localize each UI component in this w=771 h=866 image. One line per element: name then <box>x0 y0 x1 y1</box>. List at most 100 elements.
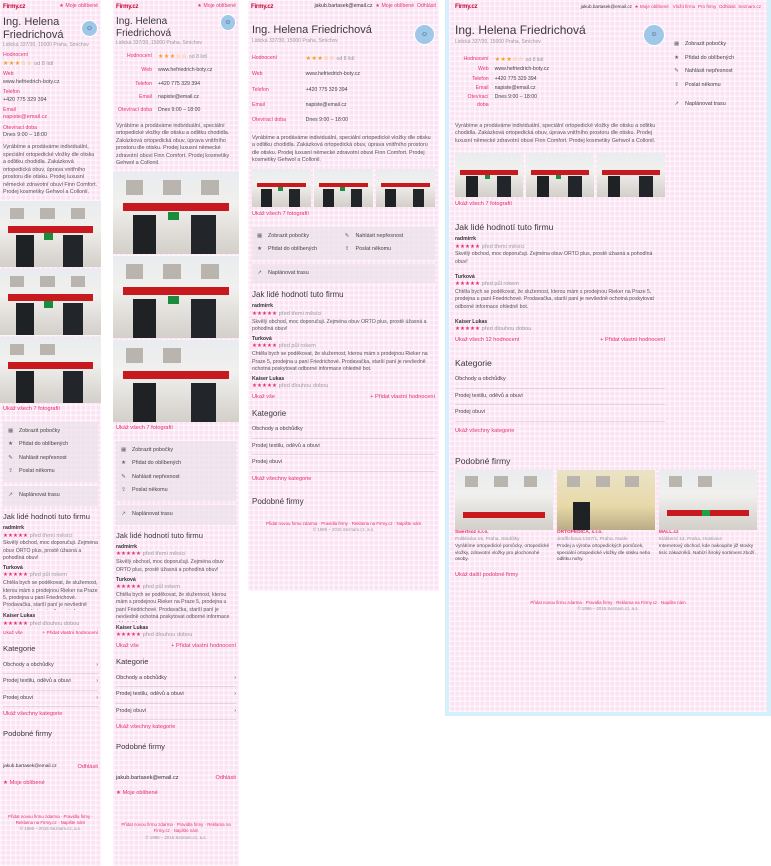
similar-firm-card[interactable]: ORTOPEDICA, s.r.o. Jindřichova 1347/1, P… <box>556 470 655 564</box>
firm-photo[interactable] <box>455 153 523 198</box>
more-similar-link[interactable]: Ukáž další podobné firmy <box>455 572 761 580</box>
logo[interactable]: Firmy.cz <box>3 3 26 11</box>
similar-firm-card[interactable]: MALL.cz Klášterní 13, Praha, Hostivice I… <box>658 470 757 564</box>
add-review-link[interactable]: + Přidat vlastní hodnocení <box>42 631 98 638</box>
firm-photo[interactable] <box>314 168 373 207</box>
favorites-link[interactable]: ★ Moje oblíbené <box>197 3 236 10</box>
firm-photo[interactable] <box>0 336 101 403</box>
firm-photo[interactable] <box>526 153 594 198</box>
send-button[interactable]: ⇪ Poslat někomu <box>344 243 432 257</box>
category-item[interactable]: Prodej obuvi › <box>116 704 236 721</box>
similar-firm-card[interactable]: Swertsoz s.r.o. Poliklinika 15, Praha, S… <box>455 470 553 564</box>
category-item[interactable]: Prodej textilu, oděvů a obuvi <box>455 389 665 406</box>
seznam-link[interactable]: Seznam.cz <box>738 4 761 9</box>
email-link[interactable]: napiste@email.cz <box>3 114 98 122</box>
logout-link[interactable]: Odhlásit <box>417 3 436 9</box>
email-link[interactable]: napiste@email.cz <box>158 94 199 101</box>
route-button[interactable]: ↗ Naplánovat trasu <box>673 98 761 112</box>
send-button[interactable]: ⇪ Poslat někomu <box>120 484 232 498</box>
email-link[interactable]: napiste@email.cz <box>306 102 347 109</box>
add-review-link[interactable]: + Přidat vlastní hodnocení <box>370 394 435 402</box>
favorites-link[interactable]: ★ Moje oblíbené <box>59 3 98 10</box>
web-link[interactable]: www.hefriedrich-boty.cz <box>158 67 212 74</box>
report-button[interactable]: ✎ Nahlásit nepřesnost <box>7 452 94 466</box>
add-favorite-button[interactable]: ★ Přidat do oblíbených <box>673 52 761 66</box>
phone-link[interactable]: +420 775 329 394 <box>495 76 537 83</box>
firm-photo[interactable] <box>0 200 101 267</box>
branches-button[interactable]: ▦ Zobrazit pobočky <box>673 38 761 52</box>
add-favorite-button[interactable]: ★ Přidat do oblíbených <box>7 438 94 452</box>
all-categories-link[interactable]: Ukáž všechny kategorie <box>3 711 98 719</box>
category-item[interactable]: Prodej obuvi <box>252 455 435 472</box>
favorites-link[interactable]: ★ Moje oblíbené <box>635 4 669 9</box>
phone-link[interactable]: +420 775 329 394 <box>306 87 348 94</box>
category-item[interactable]: Obchody a obchůdky <box>252 422 435 439</box>
report-button[interactable]: ✎ Nahlásit nepřesnost <box>673 65 761 79</box>
firm-photo[interactable] <box>113 255 239 338</box>
all-reviews-link[interactable]: Ukaž vše <box>3 631 23 638</box>
firm-photo[interactable] <box>0 268 101 335</box>
all-reviews-link[interactable]: Ukaž vše <box>116 643 139 651</box>
category-item[interactable]: Prodej textilu, oděvů a obuvi › <box>3 674 98 691</box>
send-button[interactable]: ⇪ Poslat někomu <box>7 465 94 479</box>
logout-link[interactable]: Odhlásit <box>215 775 236 783</box>
all-photos-link[interactable]: Ukáž všech 7 fotografií <box>116 425 236 433</box>
logo[interactable]: Firmy.cz <box>116 3 139 11</box>
all-photos-link[interactable]: Ukáž všech 7 fotografií <box>455 201 665 209</box>
category-item[interactable]: Obchody a obchůdky <box>455 372 665 389</box>
category-item[interactable]: Prodej textilu, oděvů a obuvi › <box>116 687 236 704</box>
web-link[interactable]: www.hefriedrich-boty.cz <box>306 71 360 78</box>
favorites-link[interactable]: ★ Moje oblíbené <box>116 790 236 798</box>
favorites-link[interactable]: ★ Moje oblíbené <box>375 3 414 9</box>
add-review-link[interactable]: + Přidat vlastní hodnocení <box>600 337 665 345</box>
rating-stars[interactable]: ★★★☆☆ <box>306 56 335 62</box>
category-item[interactable]: Obchody a obchůdky › <box>3 658 98 675</box>
all-reviews-link[interactable]: Ukaž vše <box>252 394 275 402</box>
all-reviews-link[interactable]: Ukaž všech 12 hodnocení <box>455 337 519 345</box>
firm-photo[interactable] <box>113 171 239 254</box>
send-button[interactable]: ⇪ Poslat někomu <box>673 79 761 93</box>
email-link[interactable]: napiste@email.cz <box>495 85 536 92</box>
logo[interactable]: Firmy.cz <box>455 3 478 11</box>
logout-link[interactable]: Odhlásit <box>719 4 736 9</box>
share-icon: ⇪ <box>674 81 679 88</box>
route-button[interactable]: ↗ Naplánovat trasu <box>120 508 232 522</box>
all-photos-link[interactable]: Ukáž všech 7 fotografií <box>252 211 435 219</box>
branches-button[interactable]: ▦ Zobrazit pobočky <box>7 425 94 439</box>
category-item[interactable]: Prodej textilu, oděvů a obuvi <box>252 439 435 456</box>
firm-photo[interactable] <box>113 339 239 422</box>
for-firms-link[interactable]: Pro firmy <box>698 4 716 9</box>
logo[interactable]: Firmy.cz <box>251 3 274 11</box>
rating-stars[interactable]: ★★★☆☆ <box>158 54 187 60</box>
firm-photo[interactable] <box>597 153 665 198</box>
add-firm-link[interactable]: Vložit firmu <box>673 4 696 9</box>
favorites-link[interactable]: ★ Moje oblíbené <box>3 780 98 788</box>
footer-links[interactable]: Přidat novou firmu zdarma · Pravidla fir… <box>116 822 236 834</box>
route-button[interactable]: ↗ Naplánovat trasu <box>7 489 94 503</box>
web-link[interactable]: www.hefriedrich-boty.cz <box>495 66 549 73</box>
phone-link[interactable]: +420 775 329 394 <box>3 97 98 105</box>
logout-link[interactable]: Odhlásit <box>77 764 98 772</box>
firm-photo[interactable] <box>376 168 435 207</box>
category-item[interactable]: Obchody a obchůdky › <box>116 671 236 688</box>
rating-stars[interactable]: ★★★☆☆ <box>3 61 32 67</box>
all-photos-link[interactable]: Ukáž všech 7 fotografií <box>3 406 98 414</box>
category-item[interactable]: Prodej obuvi <box>455 405 665 422</box>
footer-links[interactable]: Přidat novou firmu zdarma · Pravidla fir… <box>3 814 98 826</box>
add-favorite-button[interactable]: ★ Přidat do oblíbených <box>120 457 232 471</box>
phone-link[interactable]: +420 775 329 394 <box>158 81 200 88</box>
add-review-link[interactable]: + Přidat vlastní hodnocení <box>171 643 236 651</box>
report-button[interactable]: ✎ Nahlásit nepřesnost <box>120 471 232 485</box>
route-button[interactable]: ↗ Naplánovat trasu <box>256 267 431 281</box>
category-item[interactable]: Prodej obuvi › <box>3 691 98 708</box>
all-categories-link[interactable]: Ukáž všechny kategorie <box>455 428 665 436</box>
branches-button[interactable]: ▦ Zobrazit pobočky <box>256 230 344 244</box>
report-button[interactable]: ✎ Nahlásit nepřesnost <box>344 230 432 244</box>
firm-photo[interactable] <box>252 168 311 207</box>
all-categories-link[interactable]: Ukáž všechny kategorie <box>116 724 236 732</box>
all-categories-link[interactable]: Ukáž všechny kategorie <box>252 476 435 484</box>
rating-stars[interactable]: ★★★☆☆ <box>495 57 524 63</box>
web-link[interactable]: www.hefriedrich-boty.cz <box>3 79 98 87</box>
add-favorite-button[interactable]: ★ Přidat do oblíbených <box>256 243 344 257</box>
branches-button[interactable]: ▦ Zobrazit pobočky <box>120 444 232 458</box>
